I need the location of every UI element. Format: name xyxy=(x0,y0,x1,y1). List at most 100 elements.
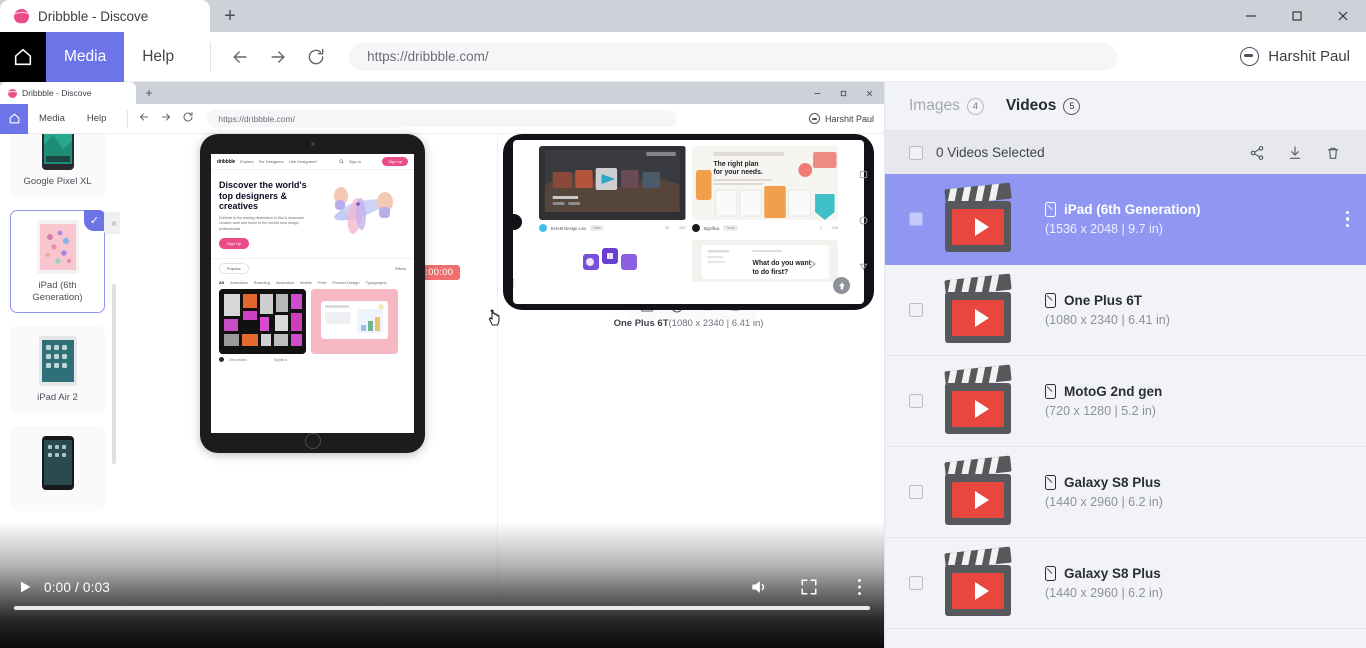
shot-author[interactable]: Devonstank xyxy=(229,358,247,362)
shot-thumbnail[interactable] xyxy=(311,289,398,354)
category-print[interactable]: Print xyxy=(318,280,326,285)
category-mobile[interactable]: Mobile xyxy=(300,280,312,285)
phone-shot-card[interactable]: EHAM Design Lviv Team 25 435 xyxy=(539,146,686,232)
shot-thumbnail[interactable]: The right plan for your needs. xyxy=(692,146,839,220)
maximize-icon[interactable] xyxy=(830,82,856,104)
video-list-item[interactable]: MotoG 2nd gen (720 x 1280 | 5.2 in) xyxy=(885,356,1366,447)
home-icon[interactable] xyxy=(0,104,28,134)
category-animation[interactable]: Animation xyxy=(230,280,248,285)
shot-author[interactable]: EHAM Design Lviv xyxy=(551,226,586,231)
inner-app-toolbar: Media Help https://dribbble.com/ xyxy=(0,104,884,134)
arrow-right-icon[interactable] xyxy=(160,110,172,128)
video-list-item[interactable]: iPad (6th Generation) (1536 x 2048 | 9.7… xyxy=(885,174,1366,265)
shot-thumbnail[interactable] xyxy=(539,146,686,220)
kebab-menu-icon[interactable] xyxy=(1346,211,1349,227)
search-icon[interactable] xyxy=(339,159,344,165)
video-list-item[interactable]: Galaxy S8 Plus (1440 x 2960 | 6.2 in) xyxy=(885,447,1366,538)
video-controls-right xyxy=(748,576,870,598)
phone-screen[interactable]: 11:01 xyxy=(513,140,864,304)
video-checkbox[interactable] xyxy=(909,485,923,499)
kebab-menu-icon[interactable] xyxy=(848,576,870,598)
sort-dropdown[interactable]: Popular xyxy=(219,263,249,274)
oneplus-device-mockup[interactable]: 11:01 xyxy=(503,134,874,310)
android-back-key[interactable] xyxy=(857,260,870,273)
nav-link-for-designers[interactable]: For Designers xyxy=(259,159,284,164)
shot-author[interactable]: Significa xyxy=(704,226,720,231)
category-illustration[interactable]: Illustration xyxy=(276,280,294,285)
tab-images[interactable]: Images 4 xyxy=(909,97,984,115)
inner-browser-tab-label: Dribbble - Discove xyxy=(22,88,91,98)
reload-icon[interactable] xyxy=(305,46,327,68)
minimize-icon[interactable] xyxy=(804,82,830,104)
share-icon[interactable] xyxy=(1248,144,1266,162)
video-list[interactable]: iPad (6th Generation) (1536 x 2048 | 9.7… xyxy=(885,174,1366,648)
device-card-partial[interactable] xyxy=(10,426,105,511)
hero-cta-button[interactable]: Sign Up xyxy=(219,238,249,249)
nav-link-hire-designers[interactable]: Hire Designers? xyxy=(289,159,318,164)
new-tab-button[interactable]: + xyxy=(210,0,250,32)
arrow-left-icon[interactable] xyxy=(229,46,251,68)
menu-media[interactable]: Media xyxy=(46,32,124,82)
main-body: Dribbble - Discove + xyxy=(0,82,1366,648)
video-list-item[interactable]: One Plus 6T (1080 x 2340 | 6.41 in) xyxy=(885,265,1366,356)
ipad-device-mockup[interactable]: dribbble Explore For Designers Hire Desi… xyxy=(200,134,425,453)
inner-account-menu[interactable]: Harshit Paul xyxy=(809,113,874,124)
arrow-right-icon[interactable] xyxy=(267,46,289,68)
video-checkbox[interactable] xyxy=(909,303,923,317)
inner-menu-media[interactable]: Media xyxy=(28,113,76,124)
inner-url-bar[interactable]: https://dribbble.com/ xyxy=(207,110,677,127)
arrow-left-icon[interactable] xyxy=(138,110,150,128)
inner-browser-tab[interactable]: Dribbble - Discove xyxy=(0,82,136,104)
phone-shot-card[interactable] xyxy=(539,240,686,282)
minimize-icon[interactable] xyxy=(1228,0,1274,32)
tab-videos[interactable]: Videos 5 xyxy=(1006,97,1081,115)
device-card-google-pixel-xl[interactable]: Google Pixel XL xyxy=(10,134,105,197)
select-all-checkbox[interactable] xyxy=(909,146,923,160)
menu-help[interactable]: Help xyxy=(124,32,192,82)
close-icon[interactable] xyxy=(856,82,882,104)
shot-thumbnail[interactable]: What do you want to do first? xyxy=(692,240,839,282)
shot-thumbnail[interactable] xyxy=(577,244,647,280)
filters-button[interactable]: Filters xyxy=(395,266,406,271)
category-product-design[interactable]: Product Design xyxy=(332,280,359,285)
ipad-home-button[interactable] xyxy=(305,433,321,449)
home-icon[interactable] xyxy=(0,32,46,82)
sign-in-link[interactable]: Sign in xyxy=(349,159,361,164)
video-progress-bar[interactable] xyxy=(14,606,870,610)
phone-shot-card[interactable]: What do you want to do first? xyxy=(692,240,839,282)
ipad-screen[interactable]: dribbble Explore For Designers Hire Desi… xyxy=(211,154,414,433)
video-checkbox[interactable] xyxy=(909,212,923,226)
nav-link-explore[interactable]: Explore xyxy=(240,159,254,164)
category-all[interactable]: All xyxy=(219,280,224,285)
inner-new-tab-button[interactable]: + xyxy=(136,82,162,104)
maximize-icon[interactable] xyxy=(1274,0,1320,32)
category-typography[interactable]: Typography xyxy=(366,280,387,285)
reload-icon[interactable] xyxy=(182,110,194,128)
dribbble-logo[interactable]: dribbble xyxy=(217,159,235,165)
phone-shot-card[interactable]: The right plan for your needs. xyxy=(692,146,839,232)
delete-icon[interactable] xyxy=(1324,144,1342,162)
android-recents-key[interactable] xyxy=(857,168,870,181)
device-card-ipad-6th-generation[interactable]: ✓ iPad (6th Generation) xyxy=(10,210,105,313)
scroll-top-button[interactable] xyxy=(833,277,850,294)
download-icon[interactable] xyxy=(1286,144,1304,162)
account-menu[interactable]: Harshit Paul xyxy=(1240,47,1350,66)
browser-tab[interactable]: Dribbble - Discove xyxy=(0,0,210,32)
fullscreen-icon[interactable] xyxy=(798,576,820,598)
close-icon[interactable] xyxy=(1320,0,1366,32)
play-icon[interactable] xyxy=(14,576,36,598)
shot-thumbnail[interactable] xyxy=(219,289,306,354)
device-card-ipad-air-2[interactable]: iPad Air 2 xyxy=(10,326,105,413)
url-bar[interactable]: https://dribbble.com/ xyxy=(349,43,1117,71)
inner-menu-help[interactable]: Help xyxy=(76,113,118,124)
video-checkbox[interactable] xyxy=(909,394,923,408)
sign-up-button[interactable]: Sign up xyxy=(382,157,408,166)
video-list-item[interactable]: Galaxy S8 Plus (1440 x 2960 | 6.2 in) xyxy=(885,538,1366,629)
shot-author[interactable]: Significa xyxy=(274,358,287,362)
video-spec: (1536 x 2048 | 9.7 in) xyxy=(1045,222,1201,236)
volume-icon[interactable] xyxy=(748,576,770,598)
android-home-key[interactable] xyxy=(857,214,870,227)
video-checkbox[interactable] xyxy=(909,576,923,590)
device-rail-scrollbar[interactable] xyxy=(112,284,116,464)
category-branding[interactable]: Branding xyxy=(254,280,270,285)
